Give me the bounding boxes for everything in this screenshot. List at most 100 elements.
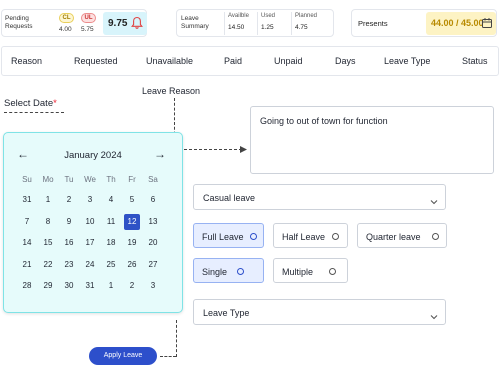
calendar-day[interactable]: 15 [40,235,56,251]
leave-category-select[interactable]: Casual leave [193,184,446,210]
calendar-day[interactable]: 7 [19,214,35,230]
option-quarter-leave[interactable]: Quarter leave [357,223,447,248]
pending-requests-label: Pending Requests [5,15,33,30]
leave-type-value: Leave Type [203,308,250,318]
select-date-underline [4,112,64,113]
option-multiple-label: Multiple [282,267,314,277]
available-col: Availble 14.50 [224,12,259,35]
column-header-status[interactable]: Status [462,56,488,66]
calendar-day[interactable]: 14 [19,235,35,251]
calendar-day[interactable]: 11 [103,214,119,230]
apply-leave-button[interactable]: Apply Leave [89,347,157,365]
calendar-day[interactable]: 3 [145,278,161,294]
option-multiple[interactable]: Multiple [273,258,348,283]
weekday-header: We [84,175,96,184]
used-value: 1.25 [261,24,274,31]
weekday-header: Sa [148,175,158,184]
reason-connector-horizontal [174,149,242,150]
leave-table-header: Reason Requested Unavailable Paid Unpaid… [1,46,499,76]
leave-summary-card: Leave Summary Availble 14.50 Used 1.25 P… [176,9,334,37]
calendar-day[interactable]: 31 [82,278,98,294]
pending-requests-card: Pending Requests CL UL 4.00 5.75 9.75 [1,9,147,37]
calendar-day[interactable]: 18 [103,235,119,251]
weekday-header: Th [106,175,116,184]
option-half-leave-label: Half Leave [282,232,326,242]
calendar-day[interactable]: 21 [19,257,35,273]
calendar-day[interactable]: 1 [103,278,119,294]
presents-value: 44.00 / 45.00 [431,18,484,28]
bell-icon[interactable] [131,16,143,35]
calendar-day[interactable]: 29 [40,278,56,294]
calendar-day[interactable]: 30 [61,278,77,294]
presents-label: Presents [358,19,388,28]
calendar-day[interactable]: 19 [124,235,140,251]
calendar-day[interactable]: 28 [19,278,35,294]
calendar-day[interactable]: 2 [124,278,140,294]
leave-type-select[interactable]: Leave Type [193,299,446,325]
ul-value: 5.75 [81,26,94,33]
calendar-day[interactable]: 1 [40,192,56,208]
apply-connector-horizontal [160,356,176,357]
option-half-leave[interactable]: Half Leave [273,223,348,248]
next-month-button[interactable]: → [154,147,166,161]
weekday-header: Fr [128,175,136,184]
weekday-header: Su [22,175,32,184]
calendar-day[interactable]: 9 [61,214,77,230]
presents-value-box: 44.00 / 45.00 [426,12,496,35]
radio-icon [250,233,257,240]
calendar-day[interactable]: 6 [145,192,161,208]
used-label: Used [261,13,276,19]
leave-reason-label: Leave Reason [142,86,201,96]
connector-arrow-icon [240,146,247,153]
calendar-day[interactable]: 17 [82,235,98,251]
date-picker-calendar: ← January 2024 → Su Mo Tu We Th Fr Sa 31 1 2 3 4 5 6 7… [3,132,183,313]
required-mark: * [53,98,57,109]
calendar-day[interactable]: 8 [40,214,56,230]
column-header-paid[interactable]: Paid [224,56,242,66]
calendar-day[interactable]: 24 [82,257,98,273]
calendar-day[interactable]: 27 [145,257,161,273]
used-col: Used 1.25 [257,12,290,35]
column-header-unpaid[interactable]: Unpaid [274,56,303,66]
column-header-reason[interactable]: Reason [11,56,42,66]
option-single-label: Single [202,267,228,277]
planned-label: Planned [295,13,318,19]
apply-connector-vertical [176,320,177,357]
column-header-leave-type[interactable]: Leave Type [384,56,430,66]
calendar-day[interactable]: 3 [82,192,98,208]
calendar-day[interactable]: 23 [61,257,77,273]
calendar-day[interactable]: 16 [61,235,77,251]
column-header-requested[interactable]: Requested [74,56,118,66]
calendar-day[interactable]: 22 [40,257,56,273]
option-single[interactable]: Single [193,258,264,283]
presents-card: Presents 44.00 / 45.00 [351,9,497,37]
column-header-unavailable[interactable]: Unavailable [146,56,193,66]
option-full-leave[interactable]: Full Leave [193,223,264,248]
radio-icon [332,233,339,240]
calendar-day-selected[interactable]: 12 [124,213,140,230]
pending-total: 9.75 [108,18,128,29]
column-header-days[interactable]: Days [335,56,356,66]
available-value: 14.50 [228,24,245,31]
planned-value: 4.75 [295,24,308,31]
leave-summary-label: Leave Summary [181,15,209,30]
calendar-day[interactable]: 2 [61,192,77,208]
option-quarter-leave-label: Quarter leave [366,232,421,242]
calendar-day[interactable]: 25 [103,257,119,273]
calendar-day[interactable]: 31 [19,192,35,208]
planned-col: Planned 4.75 [291,12,331,35]
calendar-day[interactable]: 13 [145,214,161,230]
pending-total-box[interactable]: 9.75 [103,12,147,35]
calendar-day[interactable]: 20 [145,235,161,251]
cl-badge: CL [59,13,74,23]
chevron-down-icon [429,308,439,326]
calendar-day[interactable]: 5 [124,192,140,208]
calendar-icon[interactable] [481,17,493,31]
calendar-day[interactable]: 4 [103,192,119,208]
ul-badge: UL [81,13,96,23]
available-label: Availble [228,13,249,19]
calendar-day[interactable]: 26 [124,257,140,273]
calendar-day[interactable]: 10 [82,214,98,230]
weekday-header: Tu [64,175,74,184]
leave-reason-textarea[interactable]: Going to out of town for function [250,106,494,174]
